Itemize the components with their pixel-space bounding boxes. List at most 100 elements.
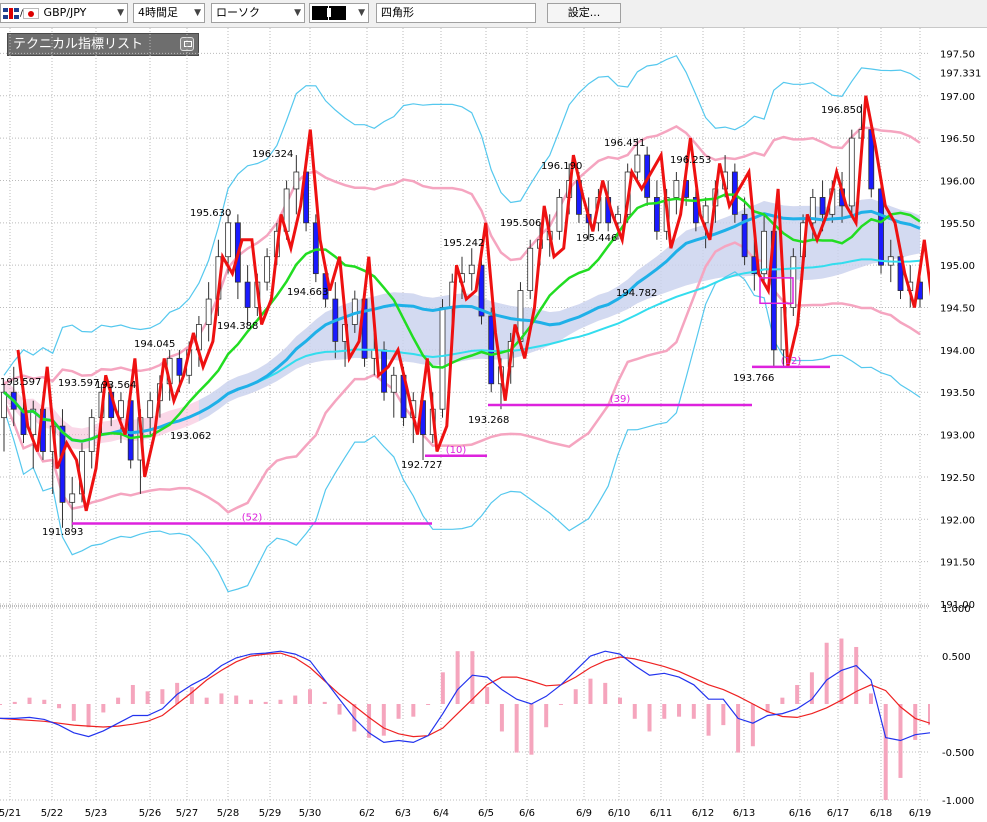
price-label: 196.324	[252, 149, 293, 160]
macd-histogram-bar	[780, 697, 785, 704]
price-label: 193.062	[170, 431, 211, 442]
candle-body	[761, 230, 767, 275]
price-label: 196.451	[604, 138, 645, 149]
macd-histogram-bar	[278, 699, 283, 704]
date-tick-label: 5/27	[176, 808, 198, 819]
candle-body	[88, 417, 95, 452]
date-tick-label: 6/2	[359, 808, 375, 819]
date-tick-label: 6/17	[827, 808, 849, 819]
date-tick-label: 6/11	[650, 808, 672, 819]
price-tick-label: 195.50	[940, 219, 975, 230]
macd-histogram-bar	[337, 704, 342, 715]
candle-body	[878, 188, 884, 266]
macd-histogram-bar	[854, 646, 859, 704]
range-count-label: (10)	[446, 445, 467, 456]
macd-histogram-bar	[101, 704, 106, 713]
date-tick-label: 6/4	[433, 808, 449, 819]
macd-histogram-bar	[558, 704, 563, 705]
macd-histogram-bar	[86, 704, 91, 728]
macd-histogram-bar	[204, 697, 209, 704]
macd-histogram-bar	[381, 704, 386, 736]
date-tick-label: 5/23	[85, 808, 107, 819]
candle-body	[527, 247, 534, 291]
price-tick-label: 197.50	[940, 49, 975, 60]
date-tick-label: 6/12	[692, 808, 714, 819]
price-label: 195.506	[500, 218, 541, 229]
price-tick-label: 196.00	[940, 176, 975, 187]
candle-body	[176, 357, 183, 376]
macd-histogram-bar	[12, 701, 17, 704]
range-count-label: (52)	[242, 513, 263, 524]
candle-body	[848, 137, 855, 207]
macd-histogram-bar	[588, 678, 593, 704]
price-tick-label: 195.00	[940, 261, 975, 272]
macd-histogram-bar	[71, 704, 76, 721]
macd-histogram-bar	[529, 704, 534, 755]
macd-histogram-bar	[544, 704, 549, 728]
macd-histogram-bar	[145, 691, 150, 704]
price-tick-label: 194.00	[940, 346, 975, 357]
macd-panel	[0, 638, 930, 800]
macd-tick-label: 0.500	[942, 652, 971, 663]
macd-histogram-bar	[293, 695, 298, 704]
macd-line	[0, 650, 930, 744]
macd-histogram-bar	[721, 704, 726, 726]
macd-histogram-bar	[248, 699, 253, 704]
price-label: 196.253	[670, 155, 711, 166]
candle-body	[147, 400, 154, 419]
macd-histogram-bar	[883, 704, 888, 800]
macd-histogram-bar	[706, 704, 711, 736]
date-tick-label: 5/26	[139, 808, 161, 819]
macd-histogram-bar	[440, 672, 445, 704]
candle-body	[264, 256, 271, 283]
date-tick-label: 6/18	[870, 808, 892, 819]
macd-histogram-bar	[219, 693, 224, 704]
date-tick-label: 5/22	[41, 808, 63, 819]
price-label: 195.446	[576, 233, 617, 244]
candle-body	[225, 222, 232, 258]
macd-histogram-bar	[322, 701, 327, 704]
price-label: 193.268	[468, 415, 509, 426]
candle-body	[819, 197, 826, 215]
macd-histogram-bar	[662, 704, 667, 719]
date-axis: 5/21 5/22 5/23 5/26 5/27 5/28 5/29 5/30 6/2 6/3 6/…	[0, 808, 931, 819]
macd-histogram-bar	[27, 697, 32, 704]
price-label: 194.663	[287, 287, 328, 298]
candle-body	[205, 298, 212, 325]
macd-histogram-bar	[750, 704, 755, 747]
price-tick-label: 193.50	[940, 388, 975, 399]
range-count-label: (39)	[610, 394, 631, 405]
macd-histogram-bar	[618, 697, 622, 704]
price-label: 192.727	[401, 460, 442, 471]
price-tick-label: 196.50	[940, 134, 975, 145]
candle-body	[69, 493, 76, 503]
macd-histogram-bar	[647, 704, 652, 732]
macd-histogram-bar	[514, 704, 519, 753]
macd-histogram-bar	[116, 697, 121, 704]
candle-body	[468, 264, 475, 275]
price-label: 193.597	[0, 377, 41, 388]
price-label: 194.782	[616, 288, 657, 299]
price-tick-label: 194.50	[940, 304, 975, 315]
price-label: 193.766	[733, 373, 774, 384]
macd-tick-label: 1.000	[942, 604, 971, 615]
date-tick-label: 6/19	[909, 808, 931, 819]
macd-histogram-bar	[485, 687, 490, 704]
price-axis: 197.50 197.331 197.00 196.50 196.00 195.50 195…	[940, 49, 981, 807]
macd-histogram-bar	[308, 689, 312, 704]
date-tick-label: 6/10	[608, 808, 630, 819]
candle-body	[556, 197, 563, 232]
macd-histogram-bar	[824, 642, 829, 704]
macd-histogram-bar	[573, 689, 578, 704]
date-tick-label: 6/6	[519, 808, 535, 819]
macd-histogram-bar	[868, 693, 873, 704]
date-tick-label: 6/5	[478, 808, 494, 819]
macd-histogram-bar	[130, 684, 135, 704]
candle-body	[673, 180, 680, 198]
macd-histogram-bar	[455, 651, 460, 704]
date-tick-label: 5/21	[0, 808, 21, 819]
price-chart[interactable]: (52)(10)(39)(12) 191.893193.597 193.59719…	[0, 0, 987, 822]
macd-histogram-bar	[0, 704, 2, 705]
price-label: 194.388	[217, 321, 258, 332]
macd-histogram-bar	[603, 682, 608, 704]
